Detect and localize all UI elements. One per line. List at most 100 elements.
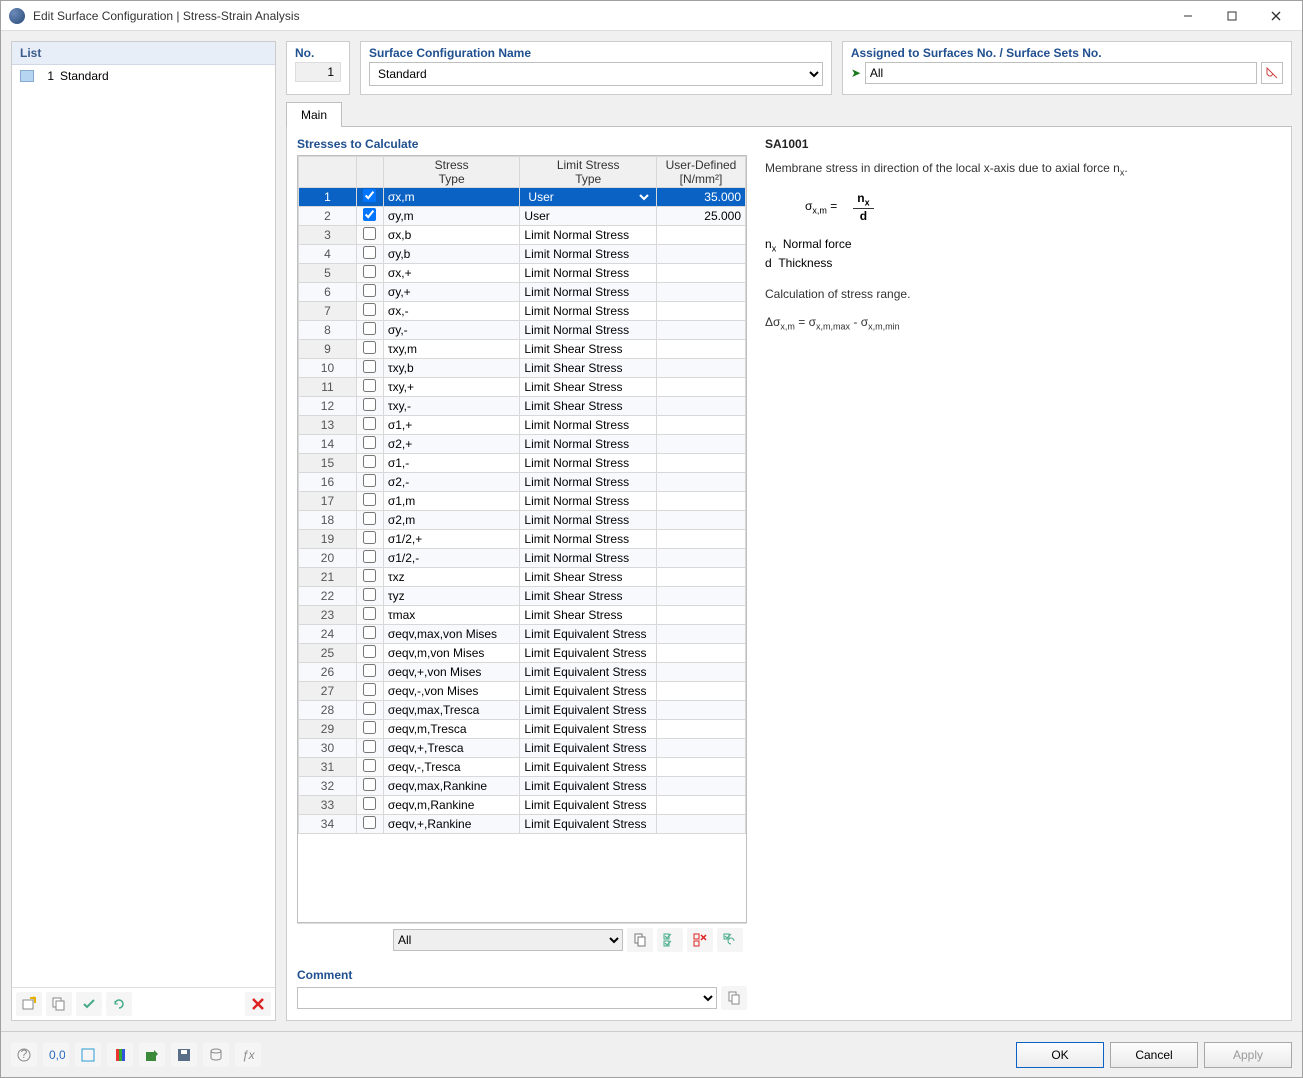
row-checkbox[interactable] <box>363 683 376 696</box>
cell-user-defined[interactable] <box>656 378 745 397</box>
cell-limit-type[interactable]: Limit Normal Stress <box>520 416 657 435</box>
cell-limit-type[interactable]: Limit Normal Stress <box>520 245 657 264</box>
refresh-button[interactable] <box>106 992 132 1016</box>
cell-limit-type[interactable]: Limit Normal Stress <box>520 549 657 568</box>
table-row[interactable]: 32 σeqv,max,Rankine Limit Equivalent Str… <box>299 777 746 796</box>
cell-stress-type[interactable]: σ1,- <box>383 454 520 473</box>
grid-scroll[interactable]: Stress Type Limit Stress Type User-Defin… <box>298 156 746 922</box>
ok-button[interactable]: OK <box>1016 1042 1104 1068</box>
row-checkbox[interactable] <box>363 227 376 240</box>
check-button[interactable] <box>76 992 102 1016</box>
cell-stress-type[interactable]: σ1/2,- <box>383 549 520 568</box>
cell-user-defined[interactable]: 25.000 <box>656 207 745 226</box>
table-row[interactable]: 18 σ2,m Limit Normal Stress <box>299 511 746 530</box>
row-checkbox[interactable] <box>363 759 376 772</box>
cell-limit-type[interactable]: Limit Shear Stress <box>520 587 657 606</box>
table-row[interactable]: 31 σeqv,-,Tresca Limit Equivalent Stress <box>299 758 746 777</box>
color-legend-button[interactable] <box>107 1043 133 1067</box>
table-row[interactable]: 8 σy,- Limit Normal Stress <box>299 321 746 340</box>
row-checkbox[interactable] <box>363 284 376 297</box>
cell-user-defined[interactable] <box>656 568 745 587</box>
table-row[interactable]: 29 σeqv,m,Tresca Limit Equivalent Stress <box>299 720 746 739</box>
table-row[interactable]: 7 σx,- Limit Normal Stress <box>299 302 746 321</box>
cell-limit-type[interactable]: Limit Equivalent Stress <box>520 625 657 644</box>
table-row[interactable]: 6 σy,+ Limit Normal Stress <box>299 283 746 302</box>
row-checkbox[interactable] <box>363 398 376 411</box>
cell-user-defined[interactable] <box>656 777 745 796</box>
cell-user-defined[interactable] <box>656 796 745 815</box>
cell-stress-type[interactable]: σy,- <box>383 321 520 340</box>
list-item[interactable]: 1 Standard <box>14 67 273 85</box>
cell-limit-type[interactable]: Limit Shear Stress <box>520 340 657 359</box>
row-checkbox[interactable] <box>363 626 376 639</box>
cell-limit-type[interactable]: Limit Shear Stress <box>520 606 657 625</box>
row-checkbox[interactable] <box>363 702 376 715</box>
units-button[interactable]: 0,00 <box>43 1043 69 1067</box>
cell-user-defined[interactable] <box>656 549 745 568</box>
table-row[interactable]: 12 τxy,- Limit Shear Stress <box>299 397 746 416</box>
cell-limit-type[interactable]: Limit Equivalent Stress <box>520 682 657 701</box>
table-row[interactable]: 10 τxy,b Limit Shear Stress <box>299 359 746 378</box>
table-row[interactable]: 23 τmax Limit Shear Stress <box>299 606 746 625</box>
tab-main[interactable]: Main <box>286 102 342 127</box>
row-checkbox[interactable] <box>363 664 376 677</box>
cell-user-defined[interactable] <box>656 454 745 473</box>
cell-stress-type[interactable]: τxy,- <box>383 397 520 416</box>
limit-type-select[interactable]: User <box>524 189 652 205</box>
row-checkbox[interactable] <box>363 303 376 316</box>
cell-user-defined[interactable] <box>656 815 745 834</box>
cell-stress-type[interactable]: τmax <box>383 606 520 625</box>
row-checkbox[interactable] <box>363 265 376 278</box>
table-row[interactable]: 21 τxz Limit Shear Stress <box>299 568 746 587</box>
cell-stress-type[interactable]: τxy,m <box>383 340 520 359</box>
row-checkbox[interactable] <box>363 360 376 373</box>
uncheck-all-button[interactable] <box>687 928 713 952</box>
cell-stress-type[interactable]: σ2,m <box>383 511 520 530</box>
row-checkbox[interactable] <box>363 645 376 658</box>
cell-limit-type[interactable]: Limit Normal Stress <box>520 302 657 321</box>
table-row[interactable]: 30 σeqv,+,Tresca Limit Equivalent Stress <box>299 739 746 758</box>
cell-limit-type[interactable]: Limit Equivalent Stress <box>520 796 657 815</box>
apply-button[interactable]: Apply <box>1204 1042 1292 1068</box>
table-row[interactable]: 27 σeqv,-,von Mises Limit Equivalent Str… <box>299 682 746 701</box>
row-checkbox[interactable] <box>363 455 376 468</box>
cell-user-defined[interactable] <box>656 283 745 302</box>
cell-user-defined[interactable] <box>656 492 745 511</box>
comment-input[interactable] <box>297 987 717 1009</box>
cell-user-defined[interactable] <box>656 720 745 739</box>
cell-user-defined[interactable] <box>656 625 745 644</box>
new-item-button[interactable] <box>16 992 42 1016</box>
cell-stress-type[interactable]: σy,b <box>383 245 520 264</box>
table-row[interactable]: 17 σ1,m Limit Normal Stress <box>299 492 746 511</box>
cell-limit-type[interactable]: Limit Normal Stress <box>520 530 657 549</box>
cell-stress-type[interactable]: σ1/2,+ <box>383 530 520 549</box>
cell-user-defined[interactable] <box>656 340 745 359</box>
cell-stress-type[interactable]: σx,+ <box>383 264 520 283</box>
cell-user-defined[interactable] <box>656 321 745 340</box>
table-row[interactable]: 1 σx,m User 35.000 <box>299 188 746 207</box>
cell-stress-type[interactable]: σy,m <box>383 207 520 226</box>
cell-stress-type[interactable]: τxy,b <box>383 359 520 378</box>
toggle-all-button[interactable] <box>717 928 743 952</box>
table-row[interactable]: 4 σy,b Limit Normal Stress <box>299 245 746 264</box>
cell-limit-type[interactable]: Limit Normal Stress <box>520 492 657 511</box>
cell-user-defined[interactable] <box>656 473 745 492</box>
row-checkbox[interactable] <box>363 569 376 582</box>
cell-user-defined[interactable] <box>656 435 745 454</box>
cell-limit-type[interactable]: Limit Shear Stress <box>520 378 657 397</box>
table-row[interactable]: 19 σ1/2,+ Limit Normal Stress <box>299 530 746 549</box>
cell-stress-type[interactable]: τyz <box>383 587 520 606</box>
cell-user-defined[interactable]: 35.000 <box>656 188 745 207</box>
cell-limit-type[interactable]: Limit Shear Stress <box>520 397 657 416</box>
cell-limit-type[interactable]: Limit Equivalent Stress <box>520 663 657 682</box>
comment-library-button[interactable] <box>721 986 747 1010</box>
cell-user-defined[interactable] <box>656 226 745 245</box>
cell-limit-type[interactable]: Limit Normal Stress <box>520 473 657 492</box>
cell-user-defined[interactable] <box>656 606 745 625</box>
cell-user-defined[interactable] <box>656 359 745 378</box>
row-checkbox[interactable] <box>363 512 376 525</box>
cell-limit-type[interactable]: Limit Equivalent Stress <box>520 758 657 777</box>
database-button[interactable] <box>203 1043 229 1067</box>
row-checkbox[interactable] <box>363 208 376 221</box>
cell-stress-type[interactable]: σeqv,max,von Mises <box>383 625 520 644</box>
